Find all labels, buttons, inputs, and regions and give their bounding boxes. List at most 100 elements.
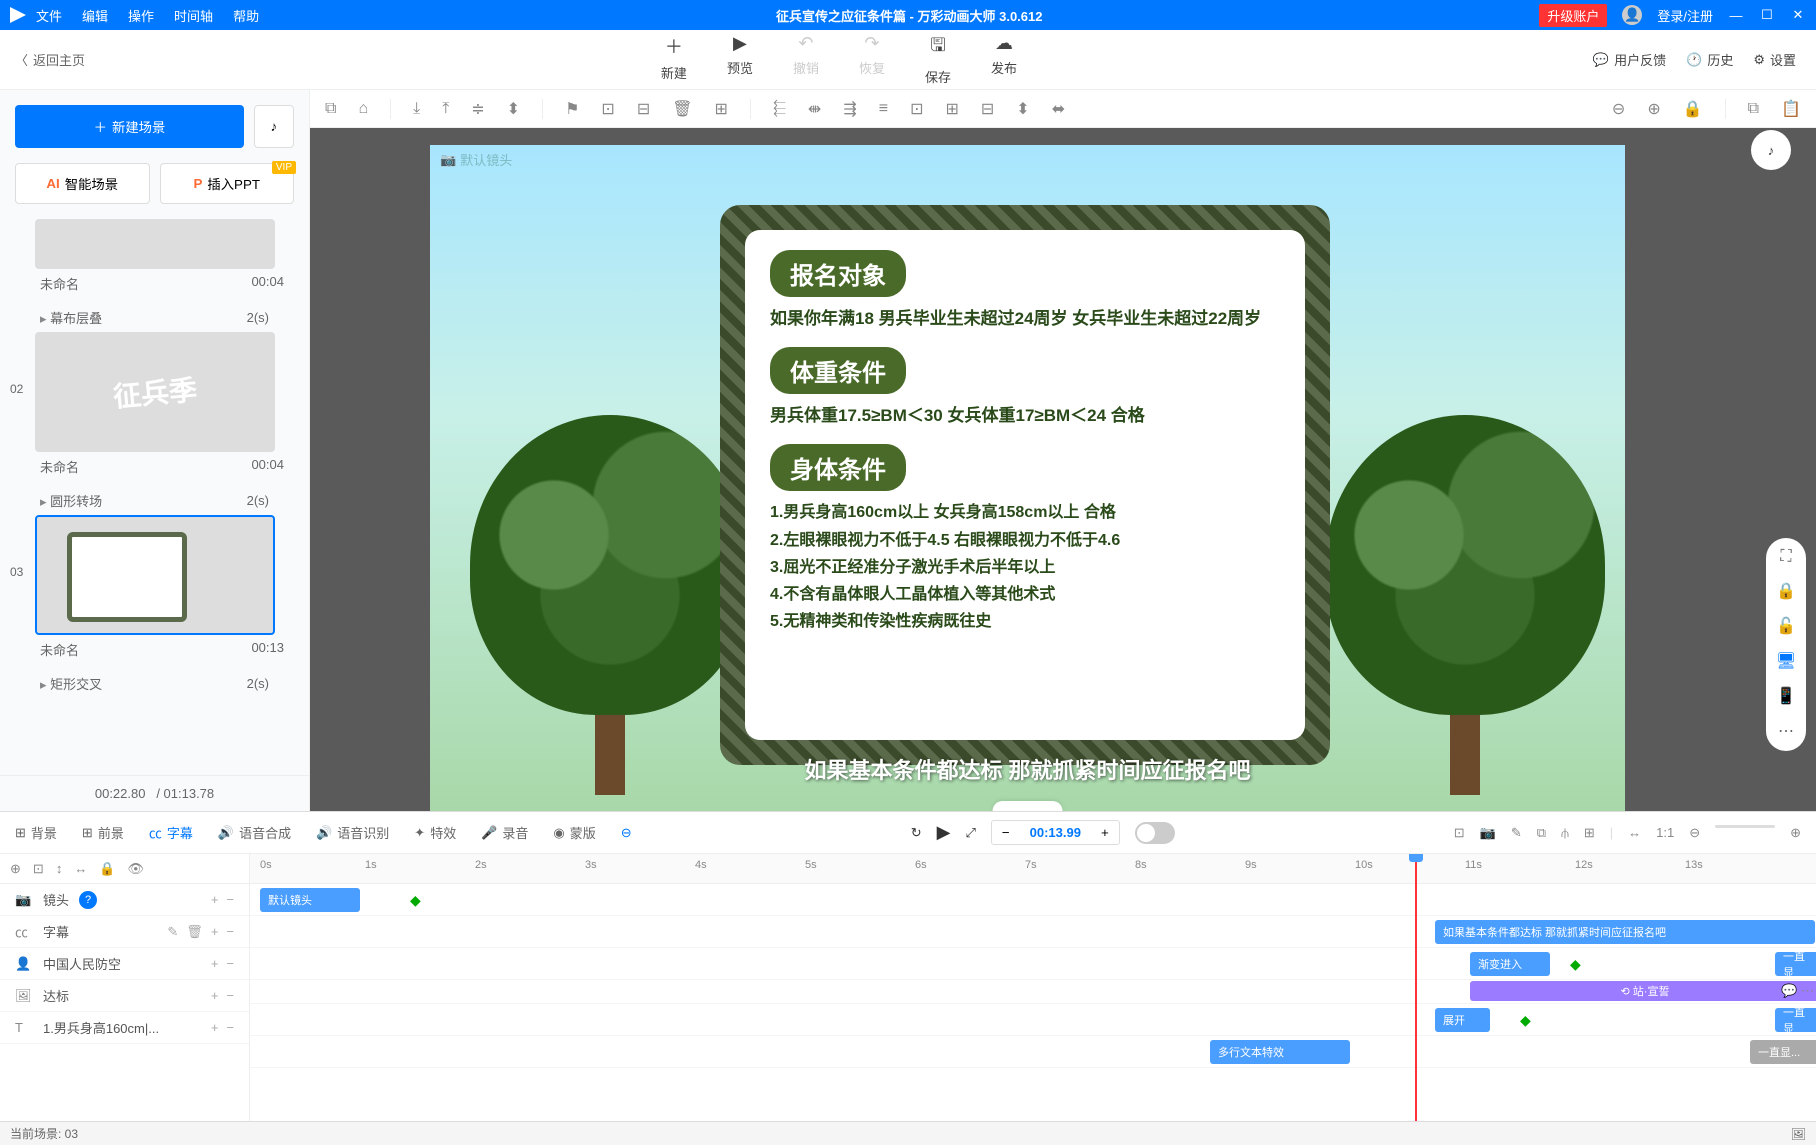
lock-icon[interactable]: 🔒 bbox=[1683, 99, 1703, 119]
scene-thumbnail[interactable] bbox=[35, 219, 275, 269]
music-button[interactable]: ♪ bbox=[254, 105, 294, 148]
toggle-switch[interactable] bbox=[1135, 822, 1175, 844]
playhead[interactable] bbox=[1415, 854, 1417, 1121]
align-middle-icon[interactable]: ≑ bbox=[471, 99, 484, 119]
tool-icon[interactable]: ↔ bbox=[1628, 825, 1641, 841]
delete-icon[interactable]: 🗑 bbox=[672, 99, 692, 119]
home-icon[interactable]: ⌂ bbox=[358, 100, 368, 118]
tool-icon[interactable]: ≡ bbox=[879, 100, 888, 118]
time-increase-button[interactable]: + bbox=[1091, 821, 1119, 844]
help-icon[interactable]: ? bbox=[79, 891, 97, 909]
image-icon[interactable]: 🖼 bbox=[1791, 1127, 1806, 1141]
clip-always-show[interactable]: 一直显 bbox=[1775, 952, 1816, 976]
camera-icon[interactable]: 📷 bbox=[1480, 825, 1496, 841]
clip-always-show[interactable]: 一直显... bbox=[1750, 1040, 1816, 1064]
scene-item[interactable]: 未命名00:04 bbox=[15, 219, 294, 298]
scene-item[interactable]: 02 征兵季 未命名00:04 bbox=[15, 332, 294, 481]
tool-icon[interactable]: ⊡ bbox=[601, 99, 614, 119]
music-float-button[interactable]: ♪ bbox=[1751, 130, 1791, 170]
clip-multitext[interactable]: 多行文本特效 bbox=[1210, 1040, 1350, 1064]
scene-thumbnail[interactable] bbox=[35, 515, 275, 635]
clip-fadein[interactable]: 渐变进入 bbox=[1470, 952, 1550, 976]
undo-button[interactable]: ↶撤销 bbox=[793, 33, 819, 86]
insert-ppt-button[interactable]: P插入PPTVIP bbox=[160, 163, 295, 204]
transition-item[interactable]: ▸ 幕布层叠2(s) bbox=[15, 303, 294, 332]
tool-icon[interactable]: ↔ bbox=[74, 861, 87, 876]
tool-icon[interactable]: ⊟ bbox=[637, 99, 650, 119]
tool-icon[interactable]: ⊞ bbox=[1584, 825, 1595, 841]
collapse-button[interactable]: ⌄ bbox=[992, 801, 1063, 811]
time-ruler[interactable]: 0s 1s 2s 3s 4s 5s 6s 7s 8s 9s 10s 11s 12… bbox=[250, 854, 1816, 884]
tool-icon[interactable]: ⊞ bbox=[715, 99, 728, 119]
tool-icon[interactable]: ⊡ bbox=[33, 861, 44, 877]
track-label-element[interactable]: 👤 中国人民防空 +− bbox=[0, 948, 249, 980]
fullscreen-icon[interactable]: ⛶ bbox=[1780, 548, 1791, 566]
clip-expand[interactable]: 展开 bbox=[1435, 1008, 1490, 1032]
menu-timeline[interactable]: 时间轴 bbox=[174, 6, 213, 25]
align-left-icon[interactable]: ⬱ bbox=[773, 100, 786, 118]
new-button[interactable]: ＋新建 bbox=[661, 33, 687, 86]
tab-tts[interactable]: 🔊语音合成 bbox=[218, 823, 291, 842]
tab-subtitle[interactable]: ㏄字幕 bbox=[149, 823, 193, 842]
tool-icon[interactable]: ⬌ bbox=[1052, 99, 1065, 119]
plus-icon[interactable]: + bbox=[211, 956, 219, 971]
tool-icon[interactable]: ⬍ bbox=[1016, 99, 1029, 119]
tab-background[interactable]: ⊞背景 bbox=[15, 823, 57, 842]
time-decrease-button[interactable]: − bbox=[992, 821, 1020, 844]
track-label-element[interactable]: 🖼 达标 +− bbox=[0, 980, 249, 1012]
plus-icon[interactable]: + bbox=[211, 1020, 219, 1035]
tool-icon[interactable]: 1:1 bbox=[1656, 825, 1674, 841]
feedback-button[interactable]: 💬用户反馈 bbox=[1593, 50, 1666, 69]
edit-icon[interactable]: ✎ bbox=[167, 924, 178, 940]
tab-asr[interactable]: 🔊语音识别 bbox=[316, 823, 389, 842]
plus-icon[interactable]: + bbox=[211, 924, 219, 940]
scene-item[interactable]: 03 未命名00:13 bbox=[15, 515, 294, 664]
menu-edit[interactable]: 编辑 bbox=[82, 6, 108, 25]
add-track-icon[interactable]: ⊕ bbox=[10, 861, 21, 877]
minus-icon[interactable]: − bbox=[226, 892, 234, 907]
publish-button[interactable]: ☁发布 bbox=[991, 33, 1017, 86]
menu-file[interactable]: 文件 bbox=[36, 6, 62, 25]
settings-button[interactable]: ⚙设置 bbox=[1753, 50, 1796, 69]
filter-icon[interactable]: ⫛ bbox=[1561, 825, 1569, 841]
minimize-button[interactable]: — bbox=[1728, 8, 1744, 23]
minus-icon[interactable]: − bbox=[226, 956, 234, 971]
tool-icon[interactable]: ⊡ bbox=[910, 99, 923, 119]
clip-station[interactable]: ⟲ 站·宣誓 bbox=[1470, 981, 1816, 1001]
layers-icon[interactable]: ⧉ bbox=[325, 100, 336, 118]
zoom-out-icon[interactable]: ⊖ bbox=[1612, 99, 1625, 119]
zoom-out-icon[interactable]: ⊖ bbox=[1689, 825, 1700, 841]
add-keyframe-icon[interactable]: ◆ bbox=[1520, 1012, 1536, 1028]
menu-operate[interactable]: 操作 bbox=[128, 6, 154, 25]
canvas-stage[interactable]: 📷默认镜头 报名对象 如果你年满18 男兵毕业生未超过24周岁 女兵毕业生未超过… bbox=[430, 145, 1625, 811]
play-button[interactable]: ▶ bbox=[937, 822, 951, 843]
tab-mask[interactable]: ◉蒙版 bbox=[553, 823, 595, 842]
tool-icon[interactable]: ↕ bbox=[56, 861, 63, 876]
history-button[interactable]: 🕐历史 bbox=[1686, 50, 1733, 69]
new-scene-button[interactable]: ＋新建场景 bbox=[15, 105, 244, 148]
save-button[interactable]: 🖫保存 bbox=[925, 33, 951, 86]
clip-subtitle[interactable]: 如果基本条件都达标 那就抓紧时间应征报名吧 bbox=[1435, 920, 1815, 944]
transition-item[interactable]: ▸ 圆形转场2(s) bbox=[15, 486, 294, 515]
mobile-icon[interactable]: 📱 bbox=[1776, 686, 1796, 706]
minus-icon[interactable]: − bbox=[226, 924, 234, 940]
tab-effects[interactable]: ✦特效 bbox=[414, 823, 456, 842]
preview-button[interactable]: ▶预览 bbox=[727, 33, 753, 86]
scene-thumbnail[interactable]: 征兵季 bbox=[35, 332, 275, 452]
more-icon[interactable]: ⋯ bbox=[1778, 721, 1794, 741]
copy-icon[interactable]: ⧉ bbox=[1748, 100, 1759, 118]
redo-button[interactable]: ↷恢复 bbox=[859, 33, 885, 86]
lock-icon[interactable]: 🔒 bbox=[99, 861, 115, 877]
align-top-icon[interactable]: ⤒ bbox=[442, 100, 449, 118]
plus-icon[interactable]: + bbox=[211, 988, 219, 1003]
add-keyframe-icon[interactable]: ◆ bbox=[1570, 956, 1586, 972]
login-button[interactable]: 登录/注册 bbox=[1657, 6, 1713, 25]
lock-open-icon[interactable]: 🔓 bbox=[1776, 616, 1796, 636]
tab-foreground[interactable]: ⊞前景 bbox=[82, 823, 124, 842]
menu-help[interactable]: 帮助 bbox=[233, 6, 259, 25]
delete-icon[interactable]: 🗑 bbox=[186, 924, 203, 940]
align-center-icon[interactable]: ⬍ bbox=[507, 99, 520, 119]
clip-camera[interactable]: 默认镜头 bbox=[260, 888, 360, 912]
clip-always-show[interactable]: 一直显 bbox=[1775, 1008, 1816, 1032]
add-keyframe-icon[interactable]: ◆ bbox=[410, 892, 426, 908]
